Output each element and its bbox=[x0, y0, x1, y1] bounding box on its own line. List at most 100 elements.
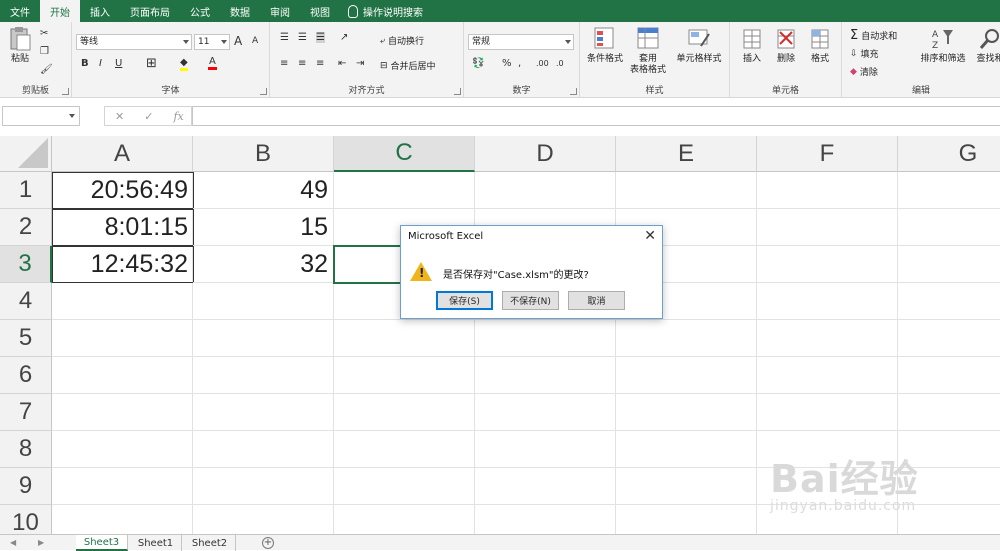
tab-review[interactable]: 审阅 bbox=[260, 0, 300, 22]
cell-b2[interactable]: 15 bbox=[193, 209, 334, 246]
empty-cell[interactable] bbox=[334, 468, 475, 505]
align-right-icon[interactable]: ≡ bbox=[316, 58, 324, 69]
empty-cell[interactable] bbox=[898, 246, 1000, 283]
clipboard-launcher-icon[interactable] bbox=[62, 88, 69, 95]
cell-styles-button[interactable]: 单元格样式 bbox=[672, 26, 726, 65]
font-family-combo[interactable]: 等线 bbox=[76, 34, 192, 50]
wrap-text-button[interactable]: ⤶ 自动换行 bbox=[380, 34, 424, 48]
empty-cell[interactable] bbox=[334, 505, 475, 534]
empty-cell[interactable] bbox=[898, 394, 1000, 431]
empty-cell[interactable] bbox=[52, 320, 193, 357]
empty-cell[interactable] bbox=[898, 320, 1000, 357]
sheet-tab-sheet1[interactable]: Sheet1 bbox=[130, 535, 182, 551]
decrease-decimal-icon[interactable]: .0 bbox=[556, 59, 564, 68]
tell-me-search[interactable]: 操作说明搜索 bbox=[340, 0, 423, 22]
sort-filter-button[interactable]: AZ 排序和筛选 bbox=[918, 26, 968, 65]
find-select-button[interactable]: 查找和 bbox=[970, 26, 1000, 65]
empty-cell[interactable] bbox=[475, 431, 616, 468]
cancel-entry-icon[interactable]: ✕ bbox=[115, 110, 124, 123]
empty-cell[interactable] bbox=[334, 357, 475, 394]
alignment-launcher-icon[interactable] bbox=[454, 88, 461, 95]
font-size-combo[interactable]: 11 bbox=[194, 34, 230, 50]
row-header-9[interactable]: 9 bbox=[0, 468, 52, 505]
conditional-formatting-button[interactable]: 条件格式 bbox=[584, 26, 626, 65]
cell-a3[interactable]: 12:45:32 bbox=[52, 246, 194, 283]
number-format-combo[interactable]: 常规 bbox=[468, 34, 574, 50]
merge-center-button[interactable]: ⊟ 合并后居中 bbox=[380, 59, 436, 73]
empty-cell[interactable] bbox=[193, 505, 334, 534]
empty-cell[interactable] bbox=[616, 172, 757, 209]
font-color-button[interactable]: A bbox=[208, 56, 217, 70]
orientation-icon[interactable]: ↗ bbox=[340, 32, 348, 43]
empty-cell[interactable] bbox=[757, 172, 898, 209]
empty-cell[interactable] bbox=[757, 209, 898, 246]
cell-a2[interactable]: 8:01:15 bbox=[52, 209, 194, 246]
row-header-1[interactable]: 1 bbox=[0, 172, 52, 209]
align-bottom-icon[interactable]: ☰ bbox=[316, 32, 325, 43]
empty-cell[interactable] bbox=[193, 468, 334, 505]
formula-input[interactable] bbox=[192, 106, 1000, 126]
scroll-left-icon[interactable]: ◀ bbox=[10, 538, 16, 547]
dont-save-button[interactable]: 不保存(N) bbox=[502, 291, 559, 310]
empty-cell[interactable] bbox=[616, 431, 757, 468]
shrink-font-button[interactable]: A bbox=[252, 36, 258, 46]
format-as-table-button[interactable]: 套用 表格格式 bbox=[626, 26, 670, 76]
scroll-right-icon[interactable]: ▶ bbox=[38, 538, 44, 547]
empty-cell[interactable] bbox=[52, 468, 193, 505]
save-button[interactable]: 保存(S) bbox=[436, 291, 493, 310]
empty-cell[interactable] bbox=[475, 505, 616, 534]
empty-cell[interactable] bbox=[757, 283, 898, 320]
sheet-tab-sheet3[interactable]: Sheet3 bbox=[76, 535, 128, 551]
align-left-icon[interactable]: ≡ bbox=[280, 58, 288, 69]
copy-icon[interactable]: ❐ bbox=[40, 46, 49, 57]
insert-function-button[interactable]: fx bbox=[173, 110, 183, 123]
delete-cells-button[interactable]: 删除 bbox=[770, 26, 802, 65]
borders-icon[interactable]: ⊞ bbox=[146, 56, 157, 71]
row-header-2[interactable]: 2 bbox=[0, 209, 52, 246]
empty-cell[interactable] bbox=[475, 320, 616, 357]
empty-cell[interactable] bbox=[616, 320, 757, 357]
empty-cell[interactable] bbox=[757, 320, 898, 357]
cancel-button[interactable]: 取消 bbox=[568, 291, 625, 310]
empty-cell[interactable] bbox=[193, 283, 334, 320]
accounting-icon[interactable]: 💱 bbox=[472, 58, 484, 69]
row-header-7[interactable]: 7 bbox=[0, 394, 52, 431]
sheet-tab-sheet2[interactable]: Sheet2 bbox=[184, 535, 236, 551]
comma-button[interactable]: , bbox=[518, 58, 521, 69]
number-launcher-icon[interactable] bbox=[570, 88, 577, 95]
bold-button[interactable]: B bbox=[81, 58, 89, 69]
percent-button[interactable]: % bbox=[502, 58, 512, 69]
paste-button[interactable]: 粘贴 bbox=[6, 26, 34, 65]
row-header-4[interactable]: 4 bbox=[0, 283, 52, 320]
empty-cell[interactable] bbox=[898, 283, 1000, 320]
name-box[interactable] bbox=[2, 106, 80, 126]
cell-a1[interactable]: 20:56:49 bbox=[52, 172, 194, 209]
empty-cell[interactable] bbox=[475, 394, 616, 431]
cell-b3[interactable]: 32 bbox=[193, 246, 334, 283]
grow-font-button[interactable]: A bbox=[234, 34, 242, 48]
row-header-3[interactable]: 3 bbox=[0, 246, 52, 283]
row-header-6[interactable]: 6 bbox=[0, 357, 52, 394]
empty-cell[interactable] bbox=[52, 505, 193, 534]
column-header-c[interactable]: C bbox=[334, 136, 475, 172]
empty-cell[interactable] bbox=[475, 357, 616, 394]
empty-cell[interactable] bbox=[334, 172, 475, 209]
underline-button[interactable]: U bbox=[115, 58, 122, 69]
column-header-d[interactable]: D bbox=[475, 136, 616, 172]
row-header-8[interactable]: 8 bbox=[0, 431, 52, 468]
empty-cell[interactable] bbox=[898, 172, 1000, 209]
empty-cell[interactable] bbox=[616, 394, 757, 431]
empty-cell[interactable] bbox=[616, 505, 757, 534]
tab-page-layout[interactable]: 页面布局 bbox=[120, 0, 180, 22]
empty-cell[interactable] bbox=[757, 246, 898, 283]
align-top-icon[interactable]: ☰ bbox=[280, 32, 289, 43]
empty-cell[interactable] bbox=[193, 357, 334, 394]
row-header-10[interactable]: 10 bbox=[0, 505, 52, 534]
column-header-f[interactable]: F bbox=[757, 136, 898, 172]
empty-cell[interactable] bbox=[334, 394, 475, 431]
align-middle-icon[interactable]: ☰ bbox=[298, 32, 307, 43]
close-icon[interactable]: ✕ bbox=[644, 228, 656, 244]
empty-cell[interactable] bbox=[616, 357, 757, 394]
empty-cell[interactable] bbox=[52, 357, 193, 394]
empty-cell[interactable] bbox=[193, 431, 334, 468]
